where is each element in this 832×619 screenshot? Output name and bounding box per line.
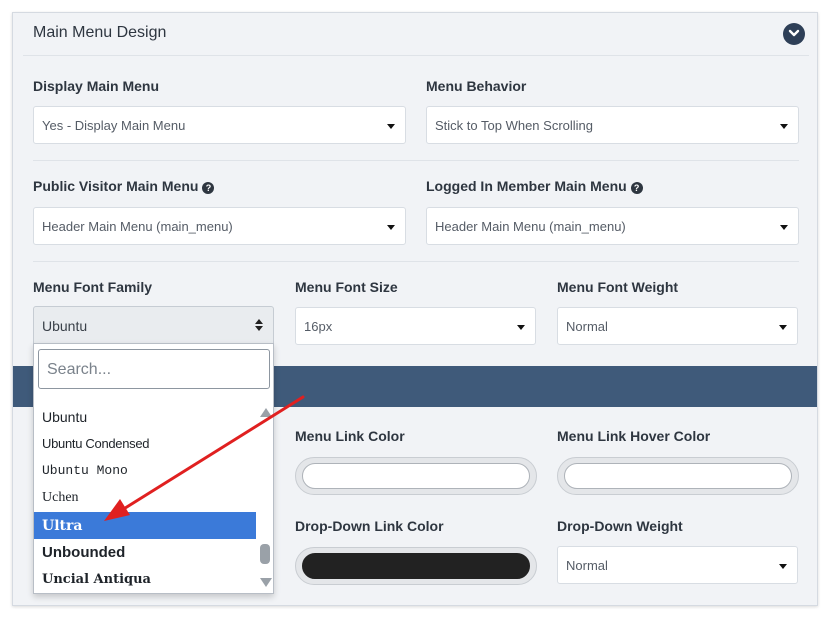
font-option-label: Ubuntu Mono [42,463,128,478]
display-main-menu-select[interactable]: Yes - Display Main Menu [33,106,406,144]
font-family-dropdown: Search... Ubuntu Ubuntu Condensed Ubuntu… [33,343,274,594]
font-option[interactable]: Uchen [34,484,256,511]
display-main-menu-value: Yes - Display Main Menu [42,118,186,133]
font-search-input[interactable]: Search... [38,349,270,389]
menu-font-family-label: Menu Font Family [33,279,152,295]
font-option-label: Ubuntu Condensed [42,436,150,451]
scroll-down-arrow-icon[interactable] [260,578,272,587]
public-visitor-menu-label-row: Public Visitor Main Menu? [33,178,215,194]
menu-font-weight-value: Normal [566,319,608,334]
font-option[interactable]: Ubuntu Mono [34,457,256,484]
caret-down-icon [387,225,395,230]
logged-in-menu-value: Header Main Menu (main_menu) [435,219,626,234]
font-option-label: Ubuntu [42,409,88,425]
divider [33,261,799,262]
menu-behavior-label: Menu Behavior [426,78,527,94]
menu-font-size-select[interactable]: 16px [295,307,536,345]
dropdown-weight-select[interactable]: Normal [557,546,798,584]
font-option-label: Ultra [42,518,83,534]
menu-behavior-value: Stick to Top When Scrolling [435,118,593,133]
scrollbar-thumb[interactable] [260,544,270,564]
font-option[interactable]: Ubuntu [34,403,256,430]
menu-link-color-label: Menu Link Color [295,428,405,444]
font-option[interactable]: Ubuntu Condensed [34,430,256,457]
logged-in-menu-label: Logged In Member Main Menu [426,178,627,194]
caret-down-icon [517,325,525,330]
menu-font-weight-select[interactable]: Normal [557,307,798,345]
sort-updown-icon [255,319,263,331]
dropdown-link-color-input[interactable] [295,547,537,585]
menu-link-color-input[interactable] [295,457,537,495]
scroll-up-arrow-icon[interactable] [260,408,272,417]
menu-link-hover-color-input[interactable] [557,457,799,495]
question-circle-icon[interactable]: ? [630,182,643,194]
logged-in-menu-label-row: Logged In Member Main Menu? [426,178,643,194]
caret-down-icon [387,124,395,129]
public-visitor-menu-label: Public Visitor Main Menu [33,178,199,194]
menu-behavior-select[interactable]: Stick to Top When Scrolling [426,106,799,144]
menu-font-family-value: Ubuntu [42,318,88,334]
main-menu-design-panel: Main Menu Design Display Main Menu Yes -… [12,12,818,606]
dropdown-link-color-label: Drop-Down Link Color [295,518,444,534]
panel-title: Main Menu Design [33,24,167,41]
menu-link-hover-color-label: Menu Link Hover Color [557,428,711,444]
public-visitor-menu-value: Header Main Menu (main_menu) [42,219,233,234]
menu-font-weight-label: Menu Font Weight [557,279,679,295]
menu-link-color-swatch [302,463,530,489]
logged-in-menu-select[interactable]: Header Main Menu (main_menu) [426,207,799,245]
caret-down-icon [779,564,787,569]
dropdown-scrollbar[interactable] [256,404,274,594]
chevron-down-circle-icon[interactable] [783,23,805,45]
panel-header[interactable]: Main Menu Design [23,13,809,56]
menu-font-family-select[interactable]: Ubuntu [33,306,274,344]
menu-link-hover-color-swatch [564,463,792,489]
divider [33,160,799,161]
font-option-label: Uncial Antiqua [42,572,151,587]
font-option[interactable]: Unbounded [34,539,256,566]
menu-font-size-value: 16px [304,319,333,334]
question-circle-icon[interactable]: ? [202,182,215,194]
public-visitor-menu-select[interactable]: Header Main Menu (main_menu) [33,207,406,245]
font-option-label: Uchen [42,490,79,505]
font-option-selected[interactable]: Ultra [34,512,256,539]
font-option[interactable]: Uncial Antiqua [34,566,256,593]
dropdown-weight-label: Drop-Down Weight [557,518,683,534]
dropdown-link-color-swatch [302,553,530,579]
font-search-placeholder: Search... [47,361,112,378]
caret-down-icon [780,124,788,129]
dropdown-weight-value: Normal [566,558,608,573]
display-main-menu-label: Display Main Menu [33,78,160,94]
caret-down-icon [779,325,787,330]
caret-down-icon [780,225,788,230]
font-option-label: Unbounded [42,544,126,561]
menu-font-size-label: Menu Font Size [295,279,398,295]
